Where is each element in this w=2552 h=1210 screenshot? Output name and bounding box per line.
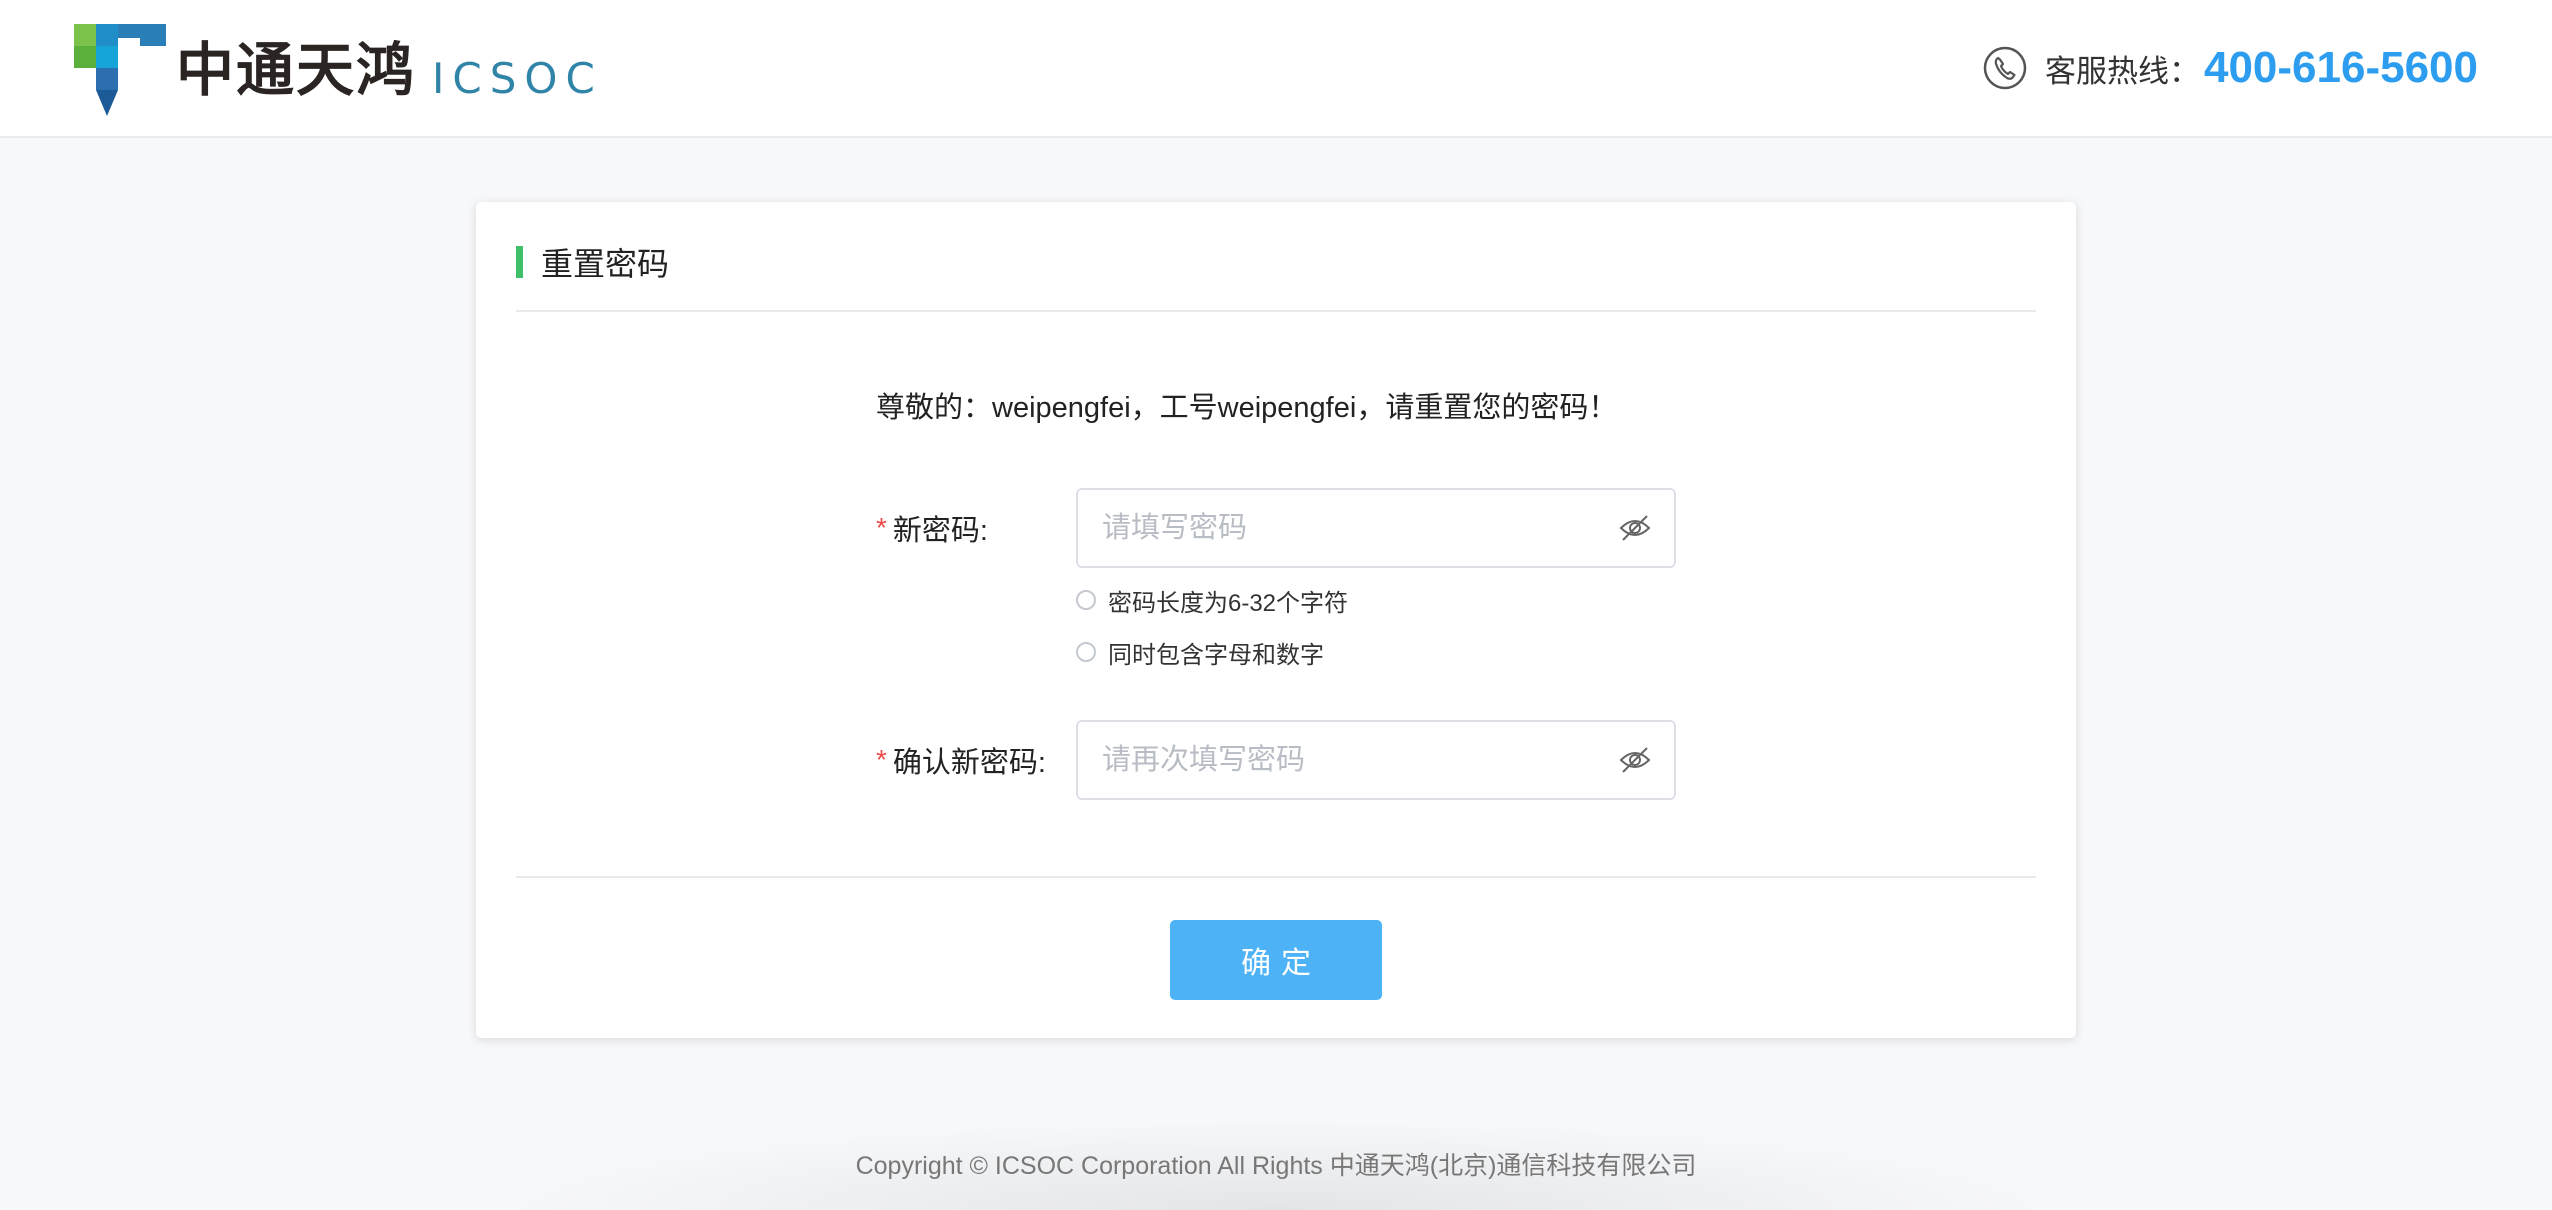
hotline-number: 400-616-5600 [2203, 43, 2478, 92]
new-password-input[interactable] [1078, 490, 1618, 566]
confirm-password-label-text: 确认新密码: [892, 747, 1046, 779]
page-title: 重置密码 [541, 246, 670, 282]
eye-hidden-icon[interactable] [1618, 511, 1652, 545]
card-title: 重置密码 [516, 244, 669, 282]
new-password-label: * 新密码: [876, 507, 1076, 549]
rule-item: 密码长度为6-32个字符 [1076, 580, 1348, 620]
confirm-password-row: * 确认新密码: [876, 720, 1676, 800]
rule-status-circle-icon [1076, 590, 1096, 610]
footer-copyright: Copyright © ICSOC Corporation All Rights… [855, 1152, 1697, 1180]
confirm-password-input[interactable] [1078, 722, 1618, 798]
logo-english-text: ICSOC [432, 54, 603, 103]
title-accent-bar [516, 246, 523, 278]
required-mark: * [876, 744, 887, 775]
required-mark: * [876, 512, 887, 543]
greeting-message: 尊敬的：weipengfei，工号weipengfei，请重置您的密码！ [876, 392, 1618, 424]
rule-text: 密码长度为6-32个字符 [1108, 589, 1349, 617]
password-rules: 密码长度为6-32个字符 同时包含字母和数字 [1076, 580, 1348, 684]
rule-item: 同时包含字母和数字 [1076, 632, 1348, 672]
customer-hotline: 客服热线： 400-616-5600 [1983, 36, 2478, 100]
eye-hidden-icon[interactable] [1618, 743, 1652, 777]
hotline-label: 客服热线： [2044, 53, 2200, 89]
logo-chinese-text: 中通天鸿 [176, 36, 417, 104]
reset-password-card: 重置密码 尊敬的：weipengfei，工号weipengfei，请重置您的密码… [476, 202, 2076, 1038]
new-password-row: * 新密码: [876, 488, 1676, 568]
rule-text: 同时包含字母和数字 [1108, 641, 1324, 669]
confirm-password-label: * 确认新密码: [876, 739, 1076, 781]
brand-logo[interactable]: 中通天鸿 ICSOC [74, 24, 603, 116]
title-divider [516, 310, 2036, 312]
phone-icon [1983, 46, 2027, 90]
top-header: 中通天鸿 ICSOC 客服热线： 400-616-5600 [0, 0, 2552, 138]
icsoc-logo-mark-icon [74, 24, 166, 116]
action-divider [516, 876, 2036, 878]
new-password-label-text: 新密码: [892, 515, 988, 547]
new-password-field [1076, 488, 1676, 568]
confirm-password-field [1076, 720, 1676, 800]
rule-status-circle-icon [1076, 642, 1096, 662]
confirm-button[interactable]: 确定 [1170, 920, 1382, 1000]
